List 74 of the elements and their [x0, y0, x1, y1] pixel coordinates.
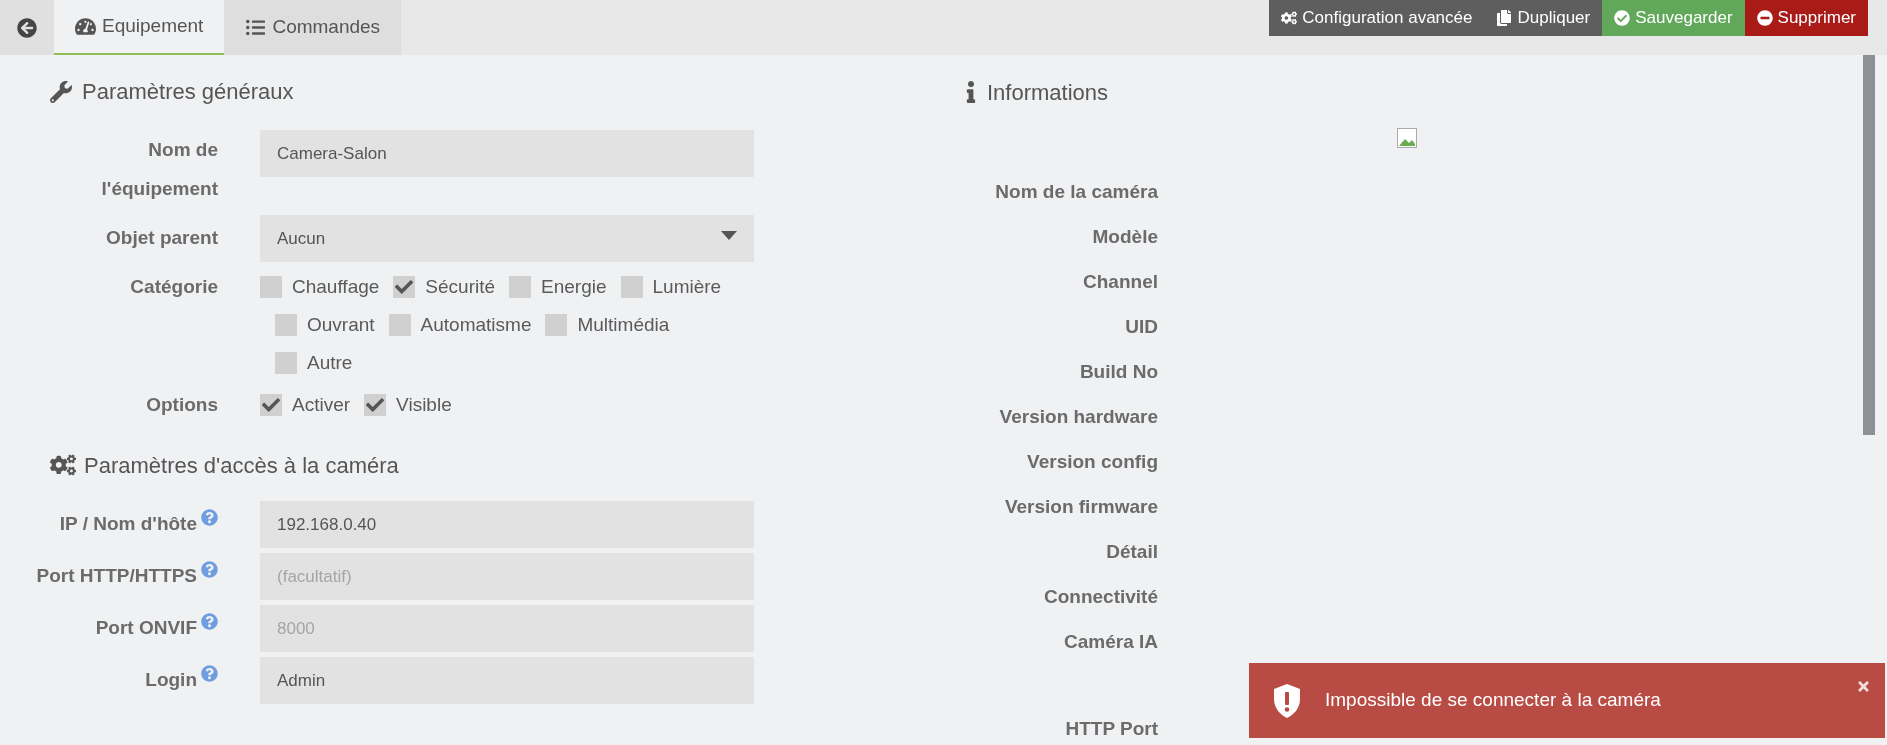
shield-alert-icon: [1274, 683, 1300, 718]
info-label: Build No: [1078, 360, 1158, 384]
input-field[interactable]: Admin: [260, 657, 754, 704]
info-label: Modèle: [1091, 225, 1158, 249]
info-label: Version firmware: [1003, 495, 1158, 519]
copy-icon: [1496, 10, 1513, 26]
checkbox[interactable]: [620, 276, 643, 298]
tab[interactable]: Commandes: [224, 0, 402, 55]
input-field[interactable]: (facultatif): [260, 553, 754, 600]
help-icon[interactable]: [201, 561, 218, 578]
scrollbar[interactable]: [1863, 55, 1875, 435]
info-label: Nom de la caméra: [994, 180, 1158, 204]
toast-message: Impossible de se connecter à la caméra: [1325, 688, 1661, 713]
section-heading: Informations: [987, 78, 1109, 107]
broken-image-icon: [1397, 128, 1417, 148]
gears-icon: [1281, 10, 1298, 26]
field-label: Port HTTP/HTTPS: [36, 564, 197, 588]
info-label: UID: [1124, 315, 1158, 339]
delete-button[interactable]: Supprimer: [1744, 0, 1868, 36]
checkbox[interactable]: [275, 352, 297, 374]
field-label: Login: [145, 668, 197, 692]
back-arrow-icon: [17, 17, 37, 38]
checkbox[interactable]: [393, 276, 416, 298]
gauge-icon: [75, 17, 96, 36]
checkbox-label: Sécurité: [425, 274, 496, 299]
dropdown-caret-icon: [721, 231, 737, 240]
checkbox-label: Activer: [292, 392, 351, 417]
input-field[interactable]: 8000: [260, 605, 754, 652]
help-icon[interactable]: [201, 509, 218, 526]
advanced-config-button[interactable]: Configuration avancée: [1269, 0, 1485, 36]
checkbox[interactable]: [545, 314, 568, 336]
checkbox[interactable]: [260, 276, 282, 298]
field-label: Port ONVIF: [95, 616, 197, 640]
select-field[interactable]: Aucun: [260, 215, 754, 262]
checkbox-label: Lumière: [652, 274, 722, 299]
close-icon[interactable]: [1856, 679, 1871, 694]
help-icon[interactable]: [201, 613, 218, 630]
checkbox-label: Automatisme: [420, 312, 532, 337]
info-icon: [965, 81, 977, 103]
input-field[interactable]: 192.168.0.40: [260, 501, 754, 548]
checkbox-label: Ouvrant: [307, 312, 375, 337]
checkbox[interactable]: [509, 276, 532, 298]
field-label: Nom de: [148, 138, 218, 162]
list-icon: [245, 18, 267, 37]
field-label: Catégorie: [129, 275, 218, 299]
wrench-icon: [50, 81, 72, 103]
info-label: Caméra IA: [1063, 630, 1158, 654]
section-heading: Paramètres d'accès à la caméra: [84, 451, 399, 480]
checkbox[interactable]: [388, 314, 411, 336]
info-label: Connectivité: [1042, 585, 1158, 609]
info-label: Channel: [1082, 270, 1158, 294]
info-label: HTTP Port: [1064, 717, 1158, 741]
checkbox-label: Multimédia: [577, 312, 670, 337]
checkbox[interactable]: [364, 394, 387, 416]
info-label: Version hardware: [998, 405, 1158, 429]
checkbox-label: Chauffage: [292, 274, 380, 299]
checkbox[interactable]: [275, 314, 297, 336]
checkbox[interactable]: [260, 394, 282, 416]
back-button[interactable]: [0, 0, 54, 55]
field-label: Options: [145, 392, 218, 417]
field-label: l'équipement: [101, 177, 218, 201]
checkbox-label: Autre: [307, 350, 353, 375]
section-heading: Paramètres généraux: [82, 78, 294, 106]
info-label: Détail: [1105, 540, 1158, 564]
field-label: Objet parent: [105, 226, 218, 251]
info-label: Version config: [1026, 450, 1158, 474]
tab[interactable]: Equipement: [54, 0, 225, 55]
checkbox-label: Energie: [541, 274, 607, 299]
checkbox-label: Visible: [396, 392, 452, 417]
field-label: IP / Nom d'hôte: [59, 512, 197, 536]
gears-icon: [50, 454, 76, 476]
input-field[interactable]: Camera-Salon: [260, 130, 754, 177]
help-icon[interactable]: [201, 665, 218, 682]
duplicate-button[interactable]: Dupliquer: [1484, 0, 1603, 36]
